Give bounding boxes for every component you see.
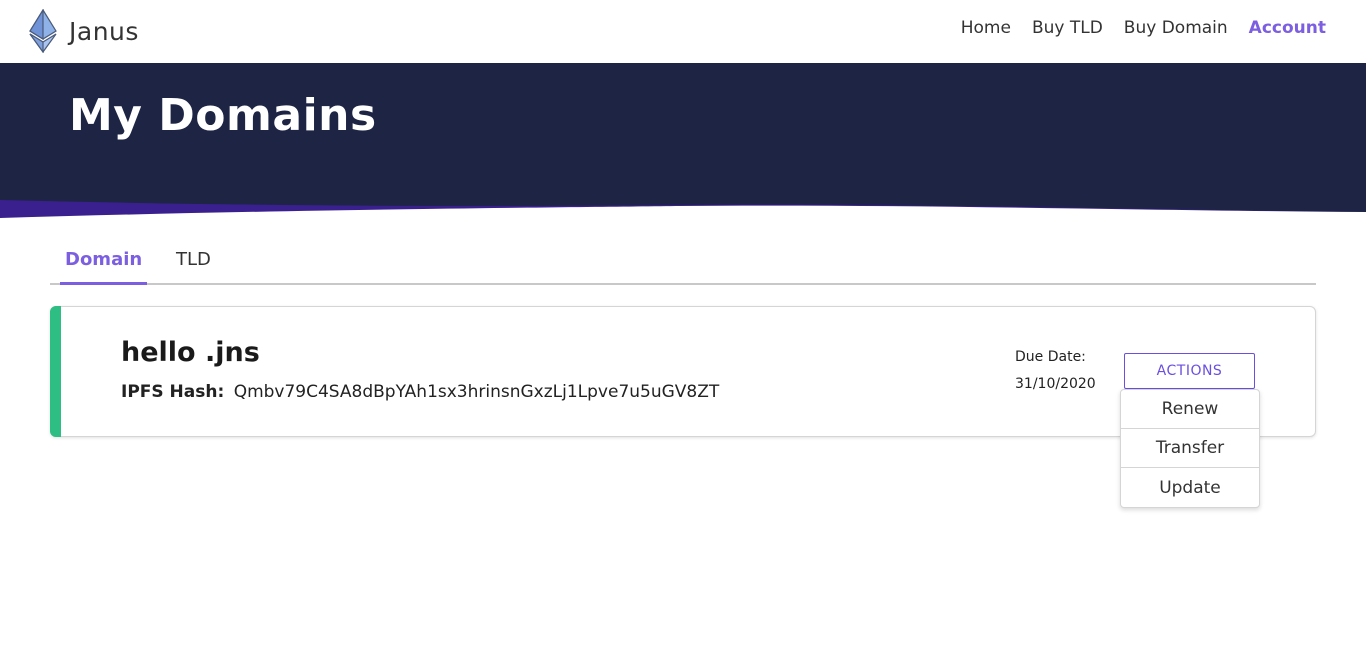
domain-name: hello .jns <box>121 337 260 368</box>
nav-link-buy-domain[interactable]: Buy Domain <box>1124 18 1228 38</box>
actions-button[interactable]: ACTIONS <box>1124 353 1255 389</box>
brand[interactable]: Janus <box>28 9 139 53</box>
tab-tld[interactable]: TLD <box>171 249 216 285</box>
nav-link-home[interactable]: Home <box>961 18 1011 38</box>
ipfs-hash-row: IPFS Hash: Qmbv79C4SA8dBpYAh1sx3hrinsnGx… <box>121 382 719 402</box>
status-accent-bar <box>50 306 61 437</box>
nav-link-account[interactable]: Account <box>1249 18 1326 38</box>
nav-links: Home Buy TLD Buy Domain Account <box>940 18 1326 38</box>
nav-link-buy-tld[interactable]: Buy TLD <box>1032 18 1103 38</box>
menu-item-transfer[interactable]: Transfer <box>1121 429 1259 468</box>
actions-dropdown-menu: Renew Transfer Update <box>1120 389 1260 508</box>
hero-banner: My Domains <box>0 63 1366 223</box>
page-title: My Domains <box>69 90 377 141</box>
due-date-value: 31/10/2020 <box>1015 376 1096 392</box>
ipfs-hash-value: Qmbv79C4SA8dBpYAh1sx3hrinsnGxzLj1Lpve7u5… <box>233 382 720 402</box>
tab-domain[interactable]: Domain <box>60 249 148 285</box>
due-date-label: Due Date: <box>1015 349 1086 365</box>
ethereum-diamond-icon <box>29 9 57 53</box>
navbar: Janus Home Buy TLD Buy Domain Account <box>0 0 1366 63</box>
tab-bar: Domain TLD <box>50 245 1316 285</box>
ipfs-hash-label: IPFS Hash: <box>121 382 225 402</box>
brand-name: Janus <box>69 16 139 46</box>
hero-wave-decoration <box>0 200 1366 223</box>
menu-item-update[interactable]: Update <box>1121 468 1259 507</box>
menu-item-renew[interactable]: Renew <box>1121 390 1259 429</box>
